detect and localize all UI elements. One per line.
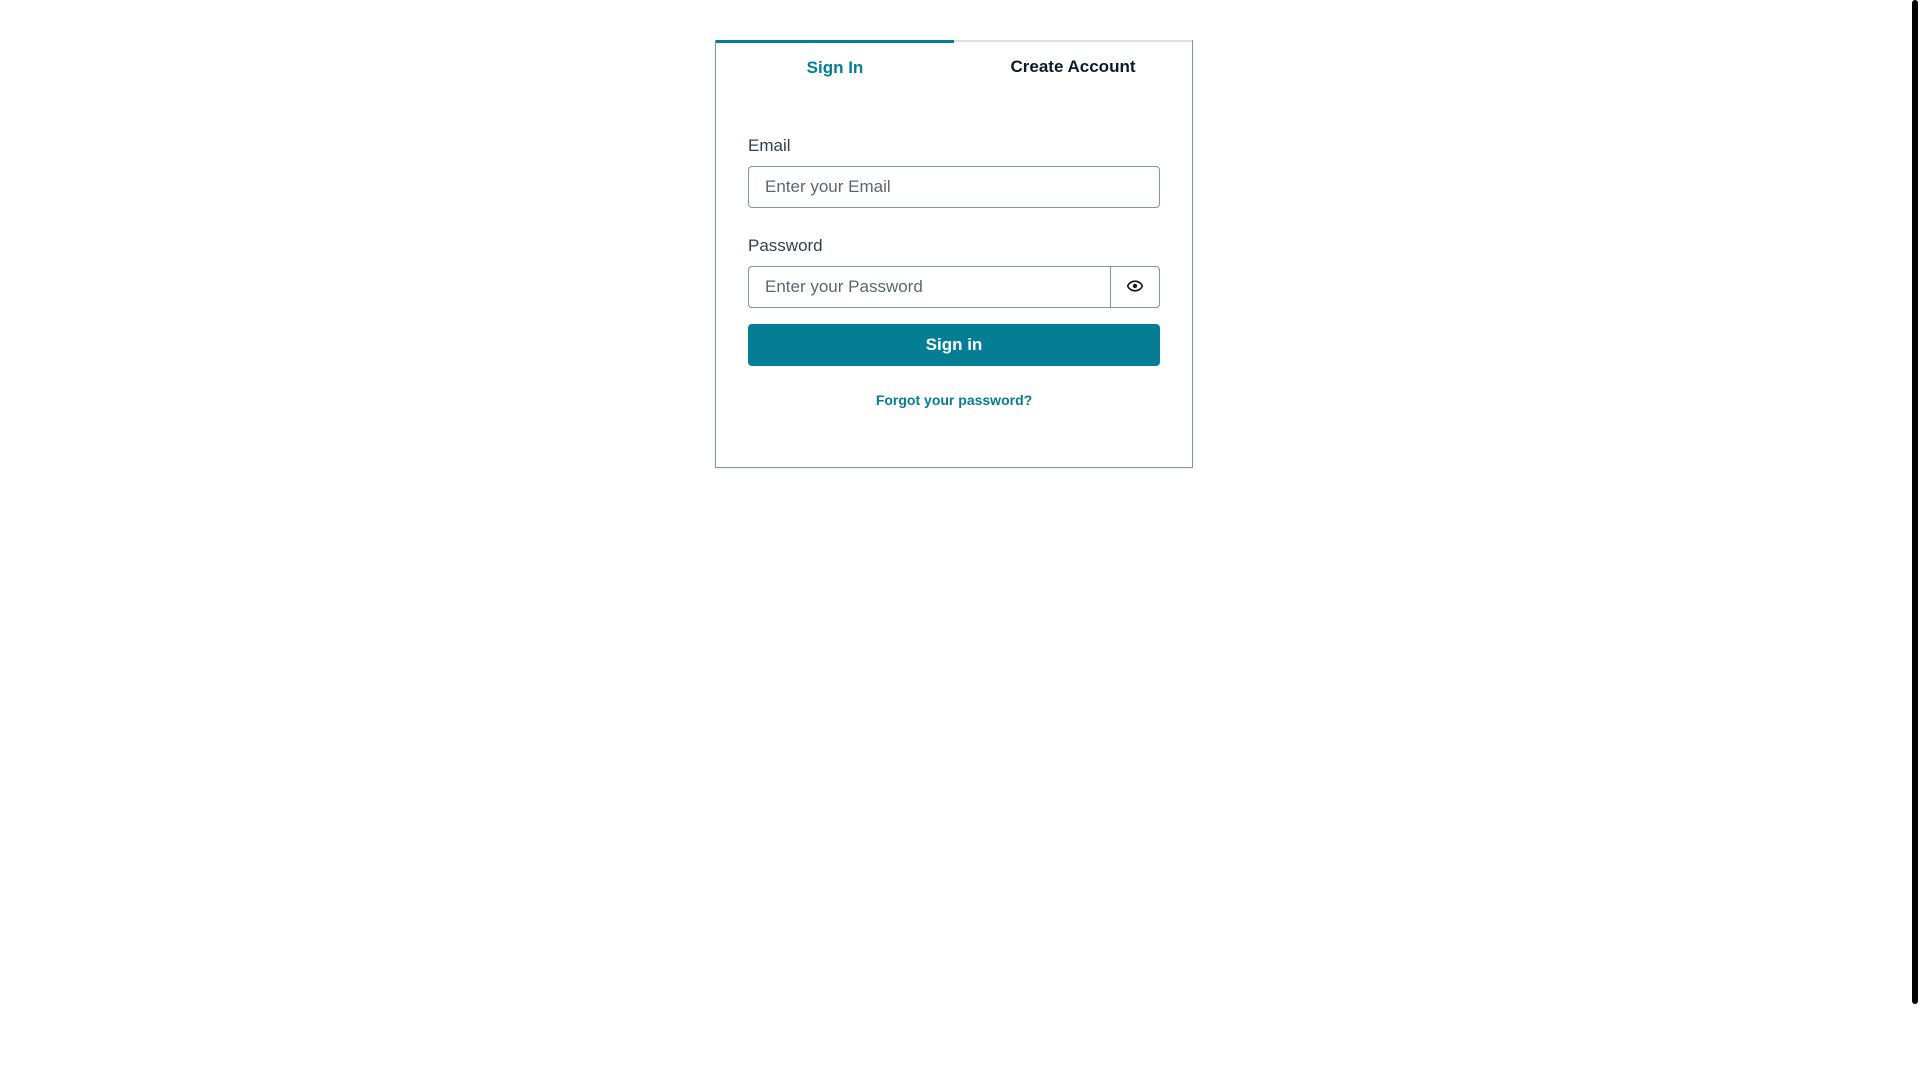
scrollbar-thumb[interactable] [1912,0,1918,1004]
eye-icon [1126,279,1144,295]
email-label: Email [748,136,791,155]
sign-in-button[interactable]: Sign in [748,324,1160,366]
password-input-group [748,266,1160,308]
tab-create-account[interactable]: Create Account [954,40,1192,92]
forgot-password-link[interactable]: Forgot your password? [748,392,1160,408]
email-field-group: Email [748,136,1160,208]
page: Sign In Create Account Email Password [0,0,1920,1080]
show-password-button[interactable] [1110,266,1160,308]
email-input[interactable] [748,166,1160,208]
password-input[interactable] [748,266,1110,308]
auth-tabs: Sign In Create Account [716,40,1192,92]
vertical-scrollbar[interactable] [1906,0,1920,1080]
password-label: Password [748,236,823,255]
tab-sign-in[interactable]: Sign In [716,40,954,92]
authenticator-card: Sign In Create Account Email Password [715,40,1193,468]
sign-in-form: Email Password [748,136,1160,408]
password-field-group: Password [748,236,1160,308]
